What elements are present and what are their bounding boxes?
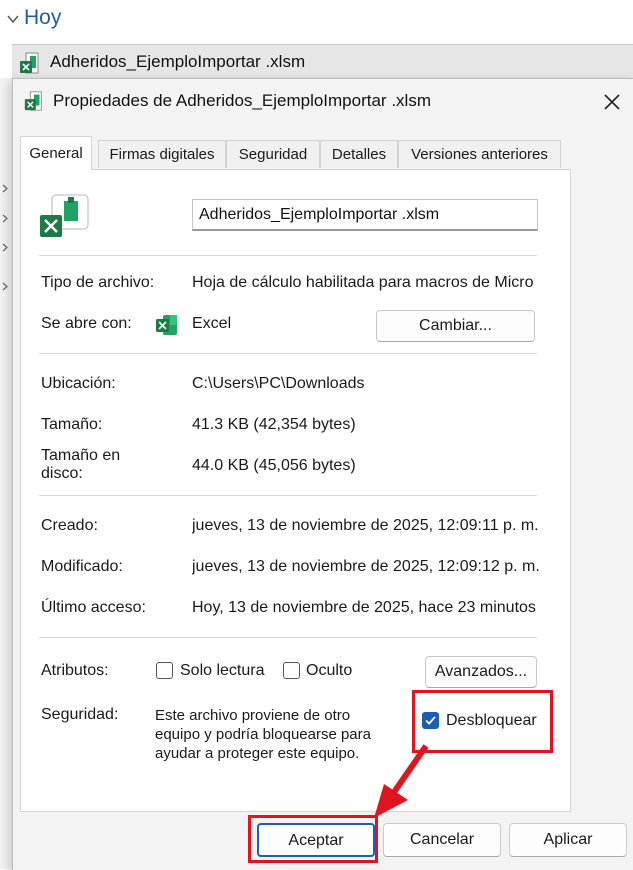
tipo-label: Tipo de archivo: [41, 274, 155, 291]
avanzados-button[interactable]: Avanzados... [425, 656, 537, 688]
creado-label: Creado: [41, 517, 98, 534]
explorer-group-header [0, 0, 633, 44]
excel-macro-file-icon [40, 194, 89, 237]
tamano-label: Tamaño: [41, 416, 103, 433]
excel-macro-file-icon [24, 91, 42, 111]
tamano-disco-label-line1: Tamaño en [41, 447, 121, 464]
chevron-down-icon[interactable] [6, 12, 20, 26]
chevron-right-icon[interactable] [1, 214, 10, 223]
tab-detalles[interactable]: Detalles [320, 140, 398, 168]
tamano-disco-value: 44.0 KB (45,056 bytes) [192, 457, 356, 474]
tab-seguridad[interactable]: Seguridad [226, 140, 320, 168]
modificado-value: jueves, 13 de noviembre de 2025, 12:09:1… [192, 558, 540, 575]
cambiar-button[interactable]: Cambiar... [376, 310, 535, 342]
security-warning-text: Este archivo proviene de otro equipo y p… [155, 706, 371, 763]
creado-value: jueves, 13 de noviembre de 2025, 12:09:1… [192, 517, 539, 534]
annotation-arrow [374, 744, 429, 818]
aplicar-button[interactable]: Aplicar [509, 823, 627, 857]
divider [39, 637, 537, 638]
divider [39, 495, 537, 496]
tab-general[interactable]: General [20, 136, 92, 170]
atributos-label: Atributos: [41, 662, 109, 679]
dialog-title: Propiedades de Adheridos_EjemploImportar… [53, 91, 431, 110]
divider [39, 255, 537, 256]
chevron-right-icon[interactable] [1, 243, 10, 252]
oculto-checkbox[interactable] [283, 662, 300, 679]
abre-label: Se abre con: [41, 315, 132, 332]
chevron-right-icon[interactable] [1, 282, 10, 291]
ubicacion-label: Ubicación: [41, 375, 116, 392]
abre-value: Excel [192, 315, 232, 332]
excel-macro-file-icon [20, 52, 39, 74]
tab-firmas-digitales[interactable]: Firmas digitales [98, 140, 226, 168]
tamano-value: 41.3 KB (42,354 bytes) [192, 416, 356, 433]
solo-lectura-checkbox[interactable] [156, 662, 173, 679]
close-icon[interactable] [598, 88, 626, 116]
explorer-group-title: Hoy [24, 6, 62, 29]
cancelar-button[interactable]: Cancelar [383, 823, 501, 857]
desbloquear-label: Desbloquear [446, 712, 537, 729]
modificado-label: Modificado: [41, 558, 123, 575]
tamano-disco-label-line2: disco: [41, 465, 83, 482]
acceso-value: Hoy, 13 de noviembre de 2025, hace 23 mi… [192, 599, 536, 616]
security-text-line: equipo y podría bloquearse para [155, 726, 371, 743]
security-text-line: Este archivo proviene de otro [155, 707, 351, 724]
aceptar-button[interactable]: Aceptar [257, 823, 375, 857]
acceso-label: Último acceso: [41, 599, 146, 616]
solo-lectura-label: Solo lectura [180, 662, 265, 679]
checkmark-icon [425, 716, 436, 725]
explorer-navigation-strip [0, 78, 12, 869]
explorer-file-name: Adheridos_EjemploImportar .xlsm [50, 52, 306, 71]
tab-versiones-anteriores[interactable]: Versiones anteriores [398, 140, 561, 168]
oculto-label: Oculto [306, 662, 353, 679]
excel-app-icon [156, 315, 177, 335]
divider [39, 353, 537, 354]
tipo-value: Hoja de cálculo habilitada para macros d… [192, 274, 534, 291]
desbloquear-checkbox[interactable] [422, 712, 439, 729]
tamano-disco-label: Tamaño en disco: [41, 447, 120, 483]
ubicacion-value: C:\Users\PC\Downloads [192, 375, 365, 392]
seguridad-label: Seguridad: [41, 706, 119, 723]
chevron-right-icon[interactable] [1, 184, 10, 193]
file-name-field[interactable] [192, 199, 538, 231]
security-text-line: ayudar a proteger este equipo. [155, 745, 360, 762]
